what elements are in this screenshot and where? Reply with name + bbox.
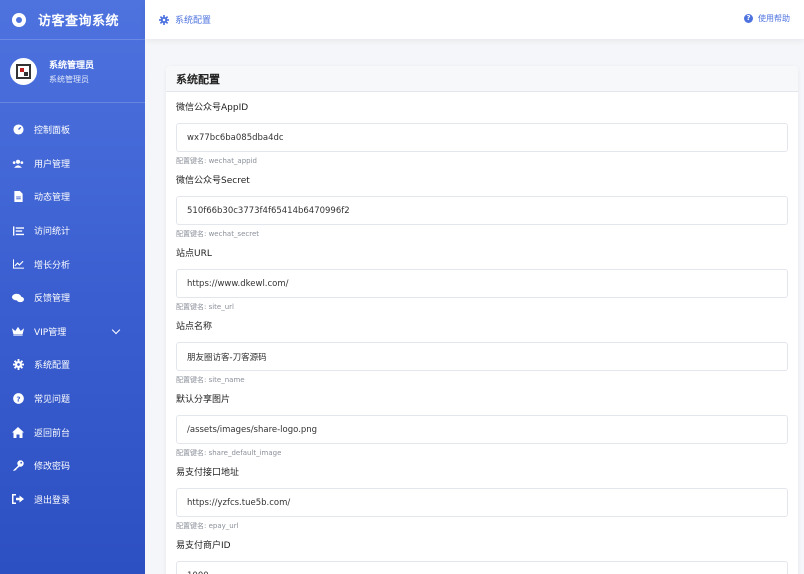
user-panel: 系统管理员 系统管理员 [0,40,145,102]
share-image-input[interactable]: /assets/images/share-logo.png [176,415,788,444]
field-hint: 配置键名: site_name [176,376,245,384]
field-label: 微信公众号Secret [176,176,250,186]
user-role: 系统管理员 [49,74,89,84]
question-icon: ? [12,393,24,405]
sidebar-item-posts[interactable]: 动态管理 [0,180,145,214]
card-title: 系统配置 [166,66,798,92]
sidebar-item-vip[interactable]: VIP管理 [0,315,145,349]
question-icon: ? [744,14,753,23]
field-epay-url: 易支付接口地址 https://yzfcs.tue5b.com/ 配置键名: e… [166,467,798,531]
eye-icon [12,12,26,27]
field-label: 易支付接口地址 [176,468,240,478]
sidebar-item-label: 动态管理 [34,193,71,204]
epay-merchant-id-input[interactable]: 1000 [176,561,788,574]
comments-icon [12,292,24,304]
sidebar-item-label: 常见问题 [34,395,71,406]
sidebar-item-label: 用户管理 [34,159,71,170]
breadcrumb-label: 系统配置 [175,16,212,26]
sidebar-item-label: 退出登录 [34,495,71,506]
field-hint: 配置键名: site_url [176,303,234,311]
list-icon [12,225,24,237]
config-card: 系统配置 微信公众号AppID wx77bc6ba085dba4dc 配置键名:… [166,66,798,574]
wechat-appid-input[interactable]: wx77bc6ba085dba4dc [176,123,788,152]
sidebar-item-label: 系统配置 [34,361,71,372]
field-wechat-secret: 微信公众号Secret 510f66b30c3773f4f65414b64709… [166,175,798,239]
wechat-secret-input[interactable]: 510f66b30c3773f4f65414b6470996f2 [176,196,788,225]
sidebar: 访客查询系统 系统管理员 系统管理员 控制面板 用户管理 动态管理 访问统计 增… [0,0,145,574]
sidebar-item-label: 访问统计 [34,227,71,238]
gear-icon [159,14,169,25]
field-site-url: 站点URL https://www.dkewl.com/ 配置键名: site_… [166,248,798,312]
sidebar-item-feedback[interactable]: 反馈管理 [0,281,145,315]
help-label: 使用帮助 [758,14,790,23]
logout-icon [12,493,24,505]
field-hint: 配置键名: wechat_secret [176,230,260,238]
sidebar-item-label: 反馈管理 [34,294,71,305]
svg-text:?: ? [16,394,20,403]
home-icon [12,426,24,438]
sidebar-item-users[interactable]: 用户管理 [0,147,145,181]
help-link[interactable]: ? 使用帮助 [744,13,790,24]
config-form: 微信公众号AppID wx77bc6ba085dba4dc 配置键名: wech… [166,92,798,574]
sidebar-item-logout[interactable]: 退出登录 [0,483,145,517]
sidebar-item-faq[interactable]: ? 常见问题 [0,382,145,416]
dashboard-icon [12,124,24,136]
sidebar-item-label: 返回前台 [34,428,71,439]
gear-icon [12,359,24,371]
field-label: 站点URL [176,249,212,259]
field-label: 微信公众号AppID [176,103,249,113]
field-hint: 配置键名: share_default_image [176,449,282,457]
crown-icon [12,325,24,337]
field-site-name: 站点名称 朋友圈访客-刀客源码 配置键名: site_name [166,321,798,385]
sidebar-item-stats[interactable]: 访问统计 [0,214,145,248]
field-share-image: 默认分享图片 /assets/images/share-logo.png 配置键… [166,394,798,458]
site-url-input[interactable]: https://www.dkewl.com/ [176,269,788,298]
sidebar-menu: 控制面板 用户管理 动态管理 访问统计 增长分析 反馈管理 VIP管理 系统配置… [0,103,145,516]
key-icon [12,460,24,472]
avatar [10,57,37,85]
site-name-input[interactable]: 朋友圈访客-刀客源码 [176,342,788,371]
field-wechat-appid: 微信公众号AppID wx77bc6ba085dba4dc 配置键名: wech… [166,102,798,166]
sidebar-item-home[interactable]: 返回前台 [0,415,145,449]
field-label: 易支付商户ID [176,541,231,551]
line-chart-icon [12,258,24,270]
field-hint: 配置键名: wechat_appid [176,157,257,165]
sidebar-item-settings[interactable]: 系统配置 [0,348,145,382]
sidebar-item-password[interactable]: 修改密码 [0,449,145,483]
brand-title: 访客查询系统 [38,14,120,29]
epay-url-input[interactable]: https://yzfcs.tue5b.com/ [176,488,788,517]
field-label: 站点名称 [176,322,213,332]
chevron-down-icon[interactable] [111,325,121,334]
breadcrumb: 系统配置 [159,13,211,26]
sidebar-item-label: 增长分析 [34,260,71,271]
brand[interactable]: 访客查询系统 [0,0,145,39]
sidebar-item-dashboard[interactable]: 控制面板 [0,113,145,147]
sidebar-item-growth[interactable]: 增长分析 [0,247,145,281]
file-icon [12,191,24,203]
field-label: 默认分享图片 [176,395,231,405]
sidebar-item-label: 修改密码 [34,462,71,473]
sidebar-item-label: VIP管理 [34,327,67,338]
field-epay-merchant-id: 易支付商户ID 1000 [166,540,798,574]
field-hint: 配置键名: epay_url [176,522,239,530]
sidebar-item-label: 控制面板 [34,126,71,137]
users-icon [12,157,24,169]
user-name: 系统管理员 [49,60,95,71]
top-bar: 系统配置 ? 使用帮助 [145,0,804,39]
